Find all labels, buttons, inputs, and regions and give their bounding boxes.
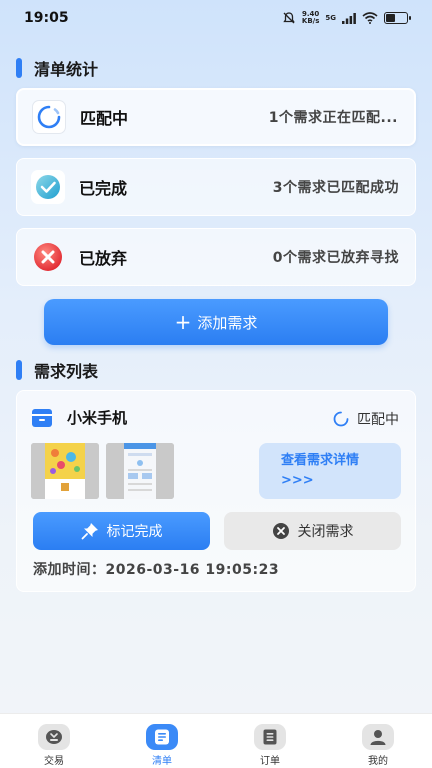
- requirement-name: 小米手机: [67, 409, 128, 427]
- summary-section-title: 清单统计: [16, 56, 98, 80]
- pin-icon: [81, 523, 98, 540]
- check-badge-icon: [31, 170, 65, 204]
- tab-profile[interactable]: 我的: [324, 714, 432, 767]
- stat-desc: 0个需求已放弃寻找: [272, 250, 399, 266]
- mute-icon: [283, 12, 295, 24]
- add-requirement-button[interactable]: + 添加需求: [44, 299, 388, 345]
- cancel-badge-icon: [31, 240, 65, 274]
- signal-label: 5G: [325, 14, 336, 22]
- requirement-header: 小米手机: [31, 407, 127, 428]
- close-circle-icon: [272, 523, 289, 539]
- list-section-title: 需求列表: [16, 358, 98, 382]
- view-detail-button[interactable]: 查看需求详情 >>>: [259, 443, 401, 499]
- section-marker: [16, 360, 22, 380]
- loading-icon: [333, 411, 349, 427]
- status-icons: 9.40 KB/s 5G: [282, 10, 411, 25]
- tab-list[interactable]: 清单: [108, 714, 216, 767]
- stat-name: 已完成: [79, 179, 128, 198]
- close-requirement-button[interactable]: 关闭需求: [224, 512, 401, 550]
- profile-icon: [362, 724, 394, 750]
- bottom-tab-bar: 交易 清单 订单 我的: [0, 713, 432, 768]
- stat-card-matching[interactable]: 匹配中 1个需求正在匹配...: [16, 88, 416, 146]
- stat-card-completed[interactable]: 已完成 3个需求已匹配成功: [16, 158, 416, 216]
- net-speed: 9.40 KB/s: [301, 10, 320, 25]
- trade-icon: [38, 724, 70, 750]
- tab-orders[interactable]: 订单: [216, 714, 324, 767]
- list-icon: [146, 724, 178, 750]
- requirement-status: 匹配中: [333, 409, 399, 429]
- section-marker: [16, 58, 22, 78]
- screenshot-thumbnail[interactable]: [106, 443, 174, 499]
- stat-desc: 1个需求正在匹配...: [268, 110, 398, 126]
- requirement-card: 小米手机 匹配中 查看需求详情 >>> 标记完成 关闭需求 添加时间：2026-…: [16, 390, 416, 592]
- tab-trade[interactable]: 交易: [0, 714, 108, 767]
- order-icon: [254, 724, 286, 750]
- stat-name: 已放弃: [79, 249, 128, 268]
- battery-icon: [384, 12, 411, 24]
- product-image-thumbnail[interactable]: [31, 443, 99, 499]
- box-icon: [32, 408, 52, 427]
- stat-card-abandoned[interactable]: 已放弃 0个需求已放弃寻找: [16, 228, 416, 286]
- status-bar: 19:05 9.40 KB/s 5G: [0, 0, 432, 36]
- added-time: 添加时间：2026-03-16 19:05:23: [33, 562, 280, 578]
- stat-name: 匹配中: [80, 109, 129, 128]
- signal-icon: [342, 12, 356, 24]
- plus-icon: +: [174, 310, 192, 334]
- clock: 19:05: [24, 10, 69, 26]
- mark-complete-button[interactable]: 标记完成: [33, 512, 210, 550]
- stat-desc: 3个需求已匹配成功: [272, 180, 399, 196]
- loading-icon: [32, 100, 66, 134]
- wifi-icon: [362, 12, 378, 24]
